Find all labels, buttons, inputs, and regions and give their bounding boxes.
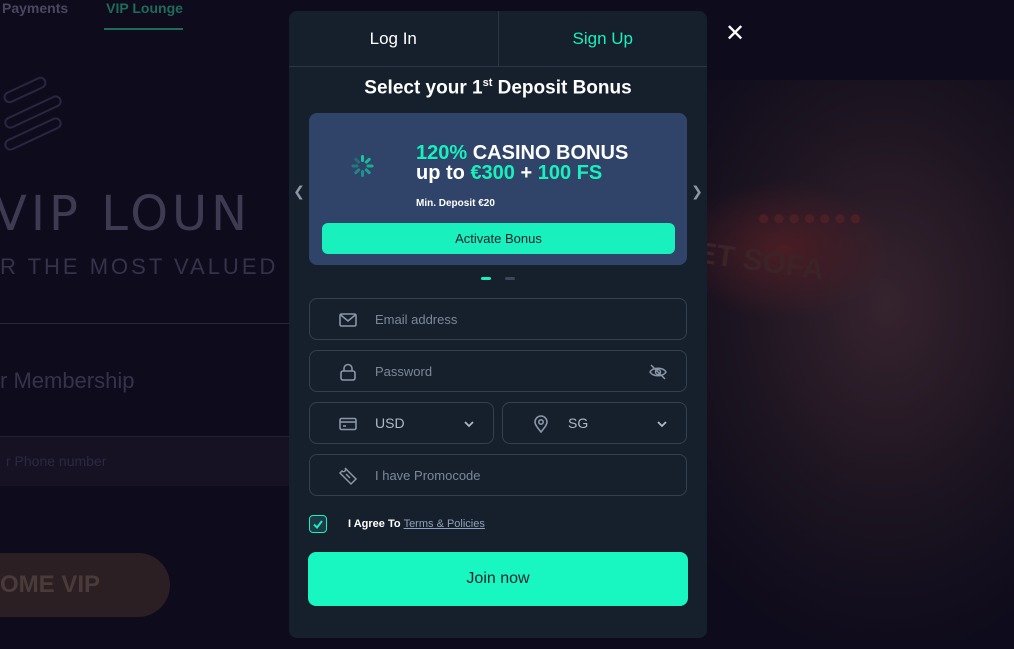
location-pin-icon [534,415,548,434]
bonus-amount: €300 [470,162,515,185]
country-value: SG [568,415,589,431]
background-divider [0,323,290,324]
terms-link[interactable]: Terms & Policies [404,518,485,530]
signup-form: USD SG [308,298,688,606]
bonus-card: 120% CASINO BONUS up to €300 + 100 FS Mi… [309,113,687,266]
background-nav: Payments VIP Lounge [0,0,183,30]
bonus-free-spins: 100 FS [537,162,603,185]
chevron-left-icon[interactable]: ❮ [292,183,306,200]
bonus-carousel: ❮ 120% CASINO BONUS up to €300 + 100 FS … [289,113,707,266]
spinner-icon [351,155,374,178]
ticket-icon [338,467,358,486]
nav-payments: Payments [2,0,69,16]
background-vip-button: OME VIP [0,553,170,617]
background-membership: r Membership [0,368,135,393]
lock-icon [340,363,356,381]
card-icon [339,417,357,431]
bonus-up-to: up to [416,162,471,185]
activate-bonus-button[interactable]: Activate Bonus [322,223,675,255]
tab-signup[interactable]: Sign Up [499,11,708,66]
background-subtitle: R THE MOST VALUED PL [0,254,321,279]
background-logo [0,70,70,160]
carousel-dot-2[interactable] [505,277,515,281]
join-now-button[interactable]: Join now [308,552,688,606]
auth-tabs: Log In Sign Up [289,11,707,67]
check-icon [313,520,323,530]
background-phone-text: r Phone number [6,453,107,469]
carousel-dots [289,277,707,281]
agree-row: I Agree To Terms & Policies [309,514,687,534]
mail-icon [339,313,357,327]
signup-modal: Log In Sign Up Select your 1st Deposit B… [289,11,707,638]
chevron-right-icon[interactable]: ❯ [690,183,704,200]
password-field-wrapper [309,350,687,392]
password-field[interactable] [375,351,635,391]
heading-sup: st [482,77,493,89]
close-icon[interactable]: ✕ [723,21,747,46]
bonus-plus: + [514,162,538,185]
email-field-wrapper [309,298,687,340]
promocode-field-wrapper [309,454,687,496]
promocode-field[interactable] [375,455,635,495]
currency-value: USD [375,415,405,431]
tab-login[interactable]: Log In [289,11,499,66]
heading-prefix: Select your 1 [364,77,483,99]
chevron-down-icon [464,421,474,428]
min-deposit-text: Min. Deposit €20 [416,198,495,210]
currency-country-row: USD SG [309,402,687,444]
background-phone-box: r Phone number [0,436,290,486]
chevron-down-icon [657,421,667,428]
bonus-amount-line: up to €300 + 100 FS [416,162,602,185]
bonus-heading: Select your 1st Deposit Bonus [289,77,707,99]
eye-off-icon[interactable] [648,362,668,382]
currency-select[interactable]: USD [309,402,494,444]
agree-checkbox[interactable] [309,515,327,533]
nav-vip-lounge: VIP Lounge [104,0,183,30]
background-sign-bulbs: ●●●●●●● [756,205,864,230]
carousel-dot-1[interactable] [481,277,491,281]
bonus-percent: 120% [416,142,468,165]
agree-label: I Agree To [348,518,401,530]
heading-suffix: Deposit Bonus [492,77,632,99]
bonus-type: CASINO BONUS [467,142,629,165]
country-select[interactable]: SG [502,402,687,444]
background-title: VIP LOUN [0,186,252,242]
email-field[interactable] [375,299,635,339]
